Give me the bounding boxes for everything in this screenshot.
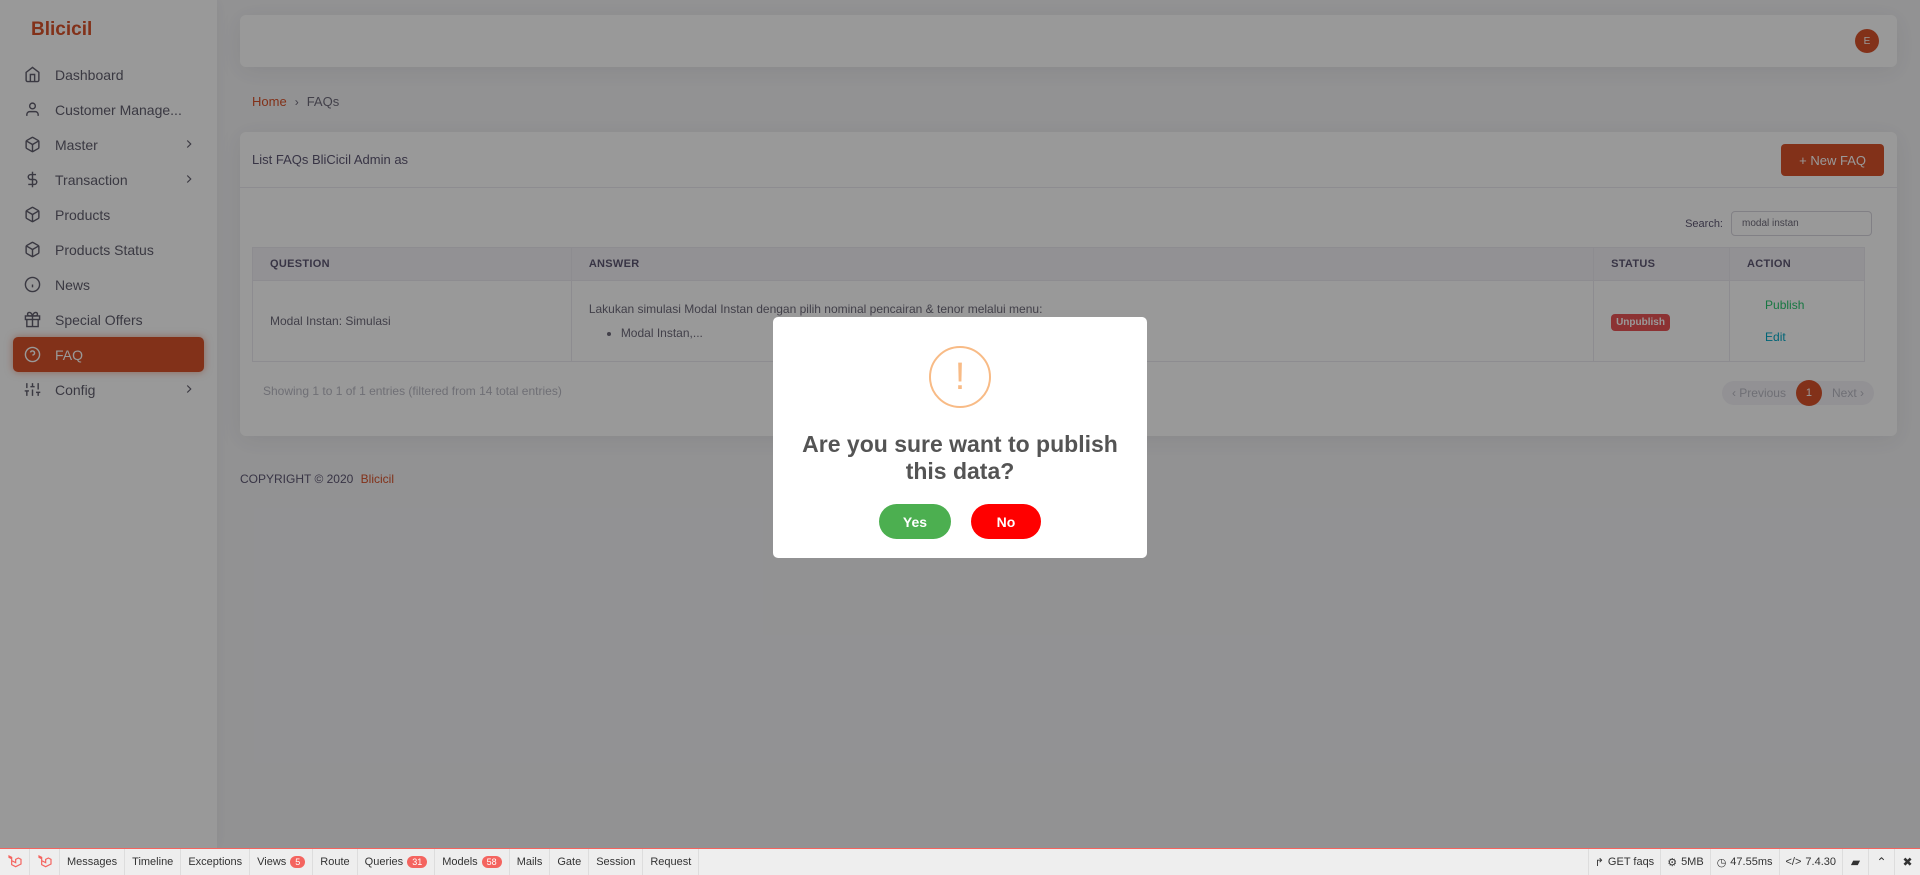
tab-label: Timeline xyxy=(132,856,174,868)
chevron-up-icon[interactable]: ⌃ xyxy=(1868,849,1894,875)
tab-label: Gate xyxy=(557,856,582,868)
tab-label: Route xyxy=(320,856,350,868)
php-version-stat: </> 7.4.30 xyxy=(1778,849,1843,875)
warning-icon: ! xyxy=(929,346,991,408)
debugbar-stats: ↱ GET faqs ⚙ 5MB ◷ 47.55ms </> 7.4.30 ▰ ⌃ ✖ xyxy=(1587,849,1920,875)
debugbar-tab-timeline[interactable]: Timeline xyxy=(125,849,182,875)
request-text: GET faqs xyxy=(1607,856,1655,868)
code-icon: </> xyxy=(1785,856,1802,868)
debugbar-tab-exceptions[interactable]: Exceptions xyxy=(181,849,251,875)
debugbar-tab-models[interactable]: Models 58 xyxy=(435,849,510,875)
debugbar-tab-session[interactable]: Session xyxy=(589,849,644,875)
tab-label: Request xyxy=(650,856,692,868)
confirm-dialog: ! Are you sure want to publish this data… xyxy=(773,317,1147,558)
tab-label: Mails xyxy=(516,856,543,868)
tab-label: Queries xyxy=(364,856,404,868)
debugbar-tab-route[interactable]: Route xyxy=(313,849,358,875)
tab-label: Session xyxy=(596,856,636,868)
clock-icon: ◷ xyxy=(1716,856,1727,869)
tab-label: Exceptions xyxy=(188,856,243,868)
count-badge: 5 xyxy=(290,856,306,868)
memory-stat: ⚙ 5MB xyxy=(1660,849,1710,875)
close-icon[interactable]: ✖ xyxy=(1894,849,1920,875)
count-badge: 58 xyxy=(481,856,502,868)
tab-label: Views xyxy=(257,856,287,868)
debugbar-tab-messages[interactable]: Messages xyxy=(60,849,126,875)
php-version-text: 7.4.30 xyxy=(1805,856,1836,868)
share-icon: ↱ xyxy=(1594,856,1604,869)
dialog-title: Are you sure want to publish this data? xyxy=(802,431,1118,484)
laravel-logo-icon[interactable] xyxy=(0,849,30,875)
request-stat[interactable]: ↱ GET faqs xyxy=(1587,849,1660,875)
tab-label: Models xyxy=(442,856,478,868)
cogs-icon: ⚙ xyxy=(1667,856,1678,869)
laravel-logo-icon[interactable] xyxy=(30,849,60,875)
debugbar-tab-queries[interactable]: Queries 31 xyxy=(358,849,436,875)
debugbar-tab-mails[interactable]: Mails xyxy=(510,849,551,875)
debugbar-tab-gate[interactable]: Gate xyxy=(550,849,590,875)
yes-button[interactable]: Yes xyxy=(879,504,951,539)
dialog-buttons: Yes No xyxy=(773,504,1147,539)
count-badge: 31 xyxy=(407,856,428,868)
no-button[interactable]: No xyxy=(971,504,1041,539)
memory-text: 5MB xyxy=(1681,856,1704,868)
debugbar-tab-request[interactable]: Request xyxy=(643,849,700,875)
debugbar-tab-views[interactable]: Views 5 xyxy=(250,849,314,875)
debugbar: Messages Timeline Exceptions Views 5 Rout… xyxy=(0,848,1920,875)
tab-label: Messages xyxy=(67,856,118,868)
time-text: 47.55ms xyxy=(1730,856,1773,868)
time-stat: ◷ 47.55ms xyxy=(1709,849,1779,875)
folder-icon[interactable]: ▰ xyxy=(1842,849,1868,875)
